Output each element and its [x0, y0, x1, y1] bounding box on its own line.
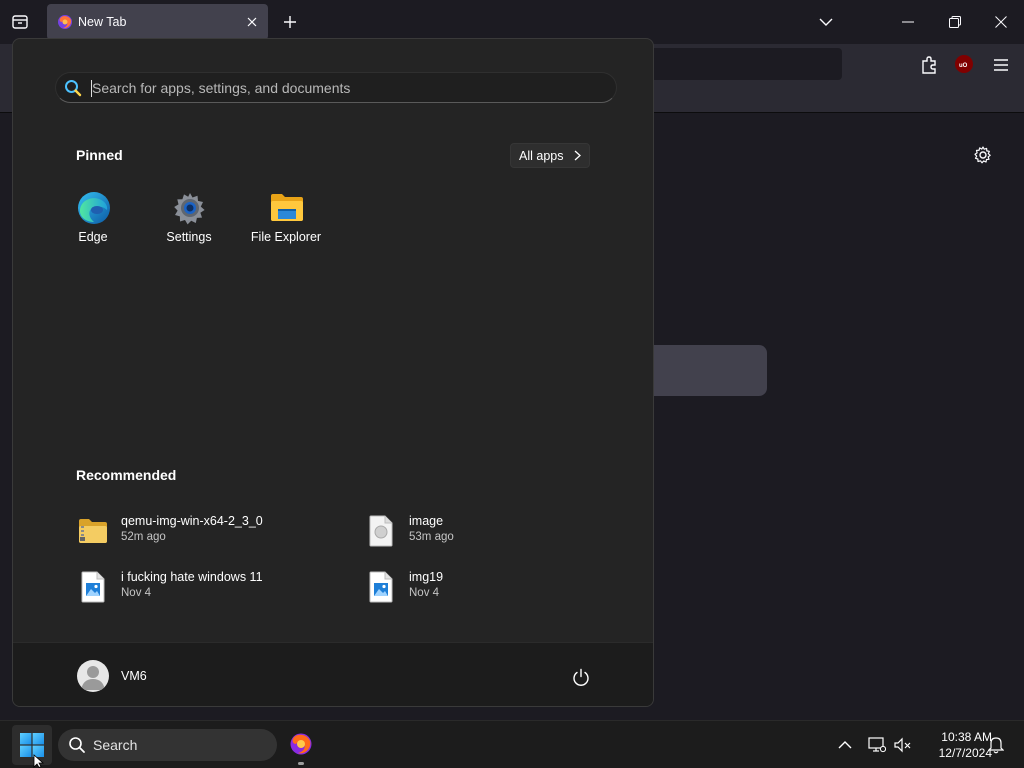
- taskbar-clock[interactable]: 10:38 AM 12/7/2024: [918, 729, 992, 761]
- browser-tab[interactable]: New Tab: [47, 4, 268, 40]
- windows-start-icon[interactable]: [12, 725, 52, 765]
- search-icon: [64, 79, 82, 100]
- picture-file-icon: [364, 570, 398, 604]
- recommended-item-time: Nov 4: [409, 587, 440, 599]
- chevron-up-icon[interactable]: [835, 735, 855, 755]
- chevron-right-icon: [574, 150, 581, 164]
- recommended-item-time: 53m ago: [409, 531, 454, 543]
- close-window-icon[interactable]: [990, 11, 1012, 33]
- firefox-icon: [289, 732, 313, 759]
- start-search-input[interactable]: [92, 78, 592, 98]
- power-icon[interactable]: [570, 666, 592, 688]
- taskbar: Search 10:38 AM 12/7/2024: [0, 720, 1024, 768]
- restore-icon[interactable]: [944, 11, 966, 33]
- taskbar-firefox-button[interactable]: [283, 725, 319, 765]
- tab-title: New Tab: [78, 15, 127, 29]
- list-all-tabs-icon[interactable]: [8, 11, 32, 33]
- pinned-app-edge[interactable]: Edge: [45, 191, 141, 261]
- pinned-title: Pinned: [76, 147, 123, 163]
- chevron-down-icon[interactable]: [816, 12, 836, 32]
- url-bar[interactable]: [640, 48, 842, 80]
- pinned-app-label: Edge: [78, 230, 108, 244]
- mouse-cursor-icon: [33, 754, 45, 768]
- start-search-box[interactable]: [55, 72, 617, 103]
- notification-bell-icon[interactable]: [985, 734, 1007, 756]
- pinned-app-settings[interactable]: Settings: [141, 191, 237, 261]
- recommended-item[interactable]: qemu-img-win-x64-2_3_0 52m ago: [76, 512, 336, 552]
- all-apps-button[interactable]: All apps: [510, 143, 590, 168]
- extensions-icon[interactable]: [918, 54, 940, 76]
- hamburger-menu-icon[interactable]: [990, 54, 1012, 76]
- network-icon[interactable]: [866, 734, 888, 756]
- recommended-item-name: image: [409, 514, 444, 528]
- search-icon: [68, 736, 86, 757]
- pinned-app-label: Settings: [166, 230, 212, 244]
- recommended-item[interactable]: i fucking hate windows 11 Nov 4: [76, 568, 336, 608]
- start-footer: VM6: [13, 642, 653, 706]
- taskbar-search-label: Search: [93, 737, 138, 753]
- image-file-icon: [364, 514, 398, 548]
- user-avatar[interactable]: [77, 660, 109, 692]
- start-menu: Pinned All apps Edge: [12, 38, 654, 707]
- new-tab-icon[interactable]: [280, 12, 300, 32]
- recommended-item-name: i fucking hate windows 11: [121, 570, 263, 584]
- clock-time: 10:38 AM: [941, 730, 992, 744]
- recommended-title: Recommended: [76, 467, 177, 483]
- recommended-item[interactable]: img19 Nov 4: [364, 568, 624, 608]
- picture-file-icon: [76, 570, 110, 604]
- zip-folder-icon: [76, 514, 110, 548]
- gear-icon[interactable]: [972, 144, 994, 166]
- text-cursor: [91, 80, 92, 97]
- folder-icon: [270, 191, 304, 225]
- ublock-icon[interactable]: uO: [955, 55, 973, 73]
- user-name[interactable]: VM6: [121, 669, 147, 683]
- pinned-app-file-explorer[interactable]: File Explorer: [238, 191, 334, 261]
- running-indicator: [298, 762, 304, 765]
- clock-date: 12/7/2024: [938, 746, 992, 760]
- svg-text:uO: uO: [959, 63, 968, 68]
- edge-icon: [77, 191, 111, 225]
- recommended-item-name: qemu-img-win-x64-2_3_0: [121, 514, 263, 528]
- close-tab-icon[interactable]: [244, 14, 260, 30]
- minimize-icon[interactable]: [897, 11, 919, 33]
- volume-muted-icon[interactable]: [892, 734, 914, 756]
- recommended-item-time: Nov 4: [121, 587, 152, 599]
- firefox-icon: [57, 14, 73, 33]
- recommended-item-name: img19: [409, 570, 444, 584]
- taskbar-search-box[interactable]: Search: [58, 729, 277, 761]
- recommended-item-time: 52m ago: [121, 531, 166, 543]
- all-apps-label: All apps: [519, 148, 564, 163]
- pinned-app-label: File Explorer: [250, 230, 322, 244]
- content-search-box[interactable]: [640, 345, 767, 396]
- settings-gear-icon: [173, 191, 207, 225]
- recommended-item[interactable]: image 53m ago: [364, 512, 624, 552]
